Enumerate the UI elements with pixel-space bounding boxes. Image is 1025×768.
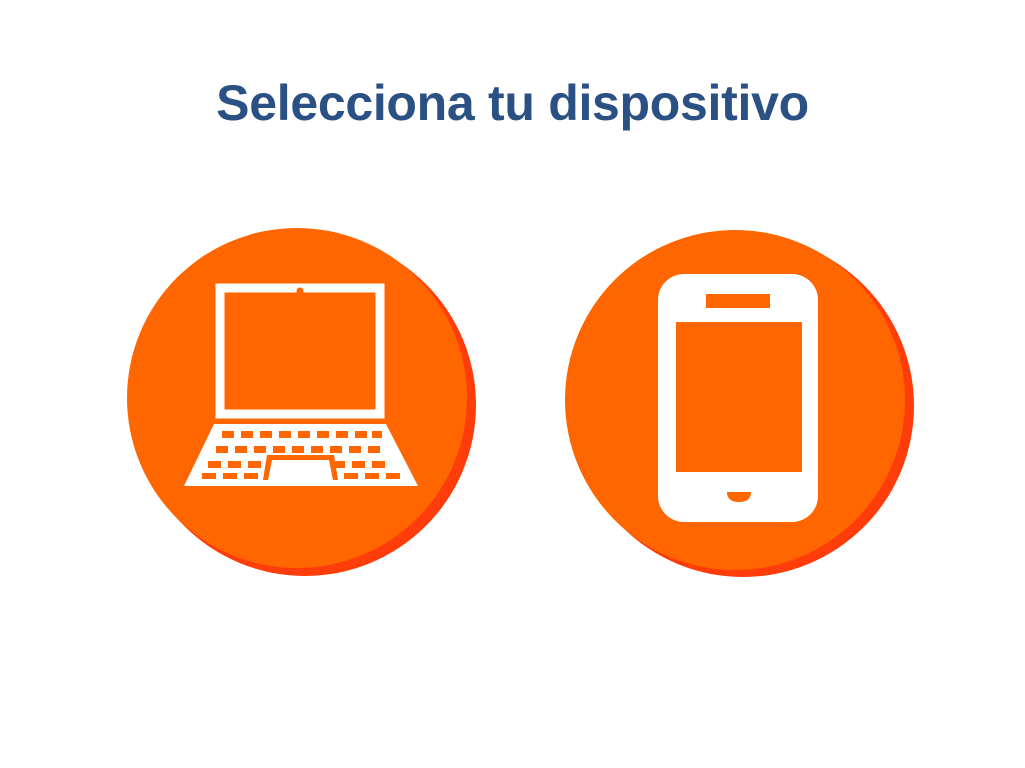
- page-title: Selecciona tu dispositivo: [216, 75, 809, 131]
- phone-option-button[interactable]: [560, 222, 920, 582]
- laptop-option-button[interactable]: [122, 222, 482, 582]
- device-selection-page: Selecciona tu dispositivo: [0, 0, 1025, 768]
- smartphone-icon: [565, 230, 914, 577]
- laptop-icon: [127, 228, 476, 576]
